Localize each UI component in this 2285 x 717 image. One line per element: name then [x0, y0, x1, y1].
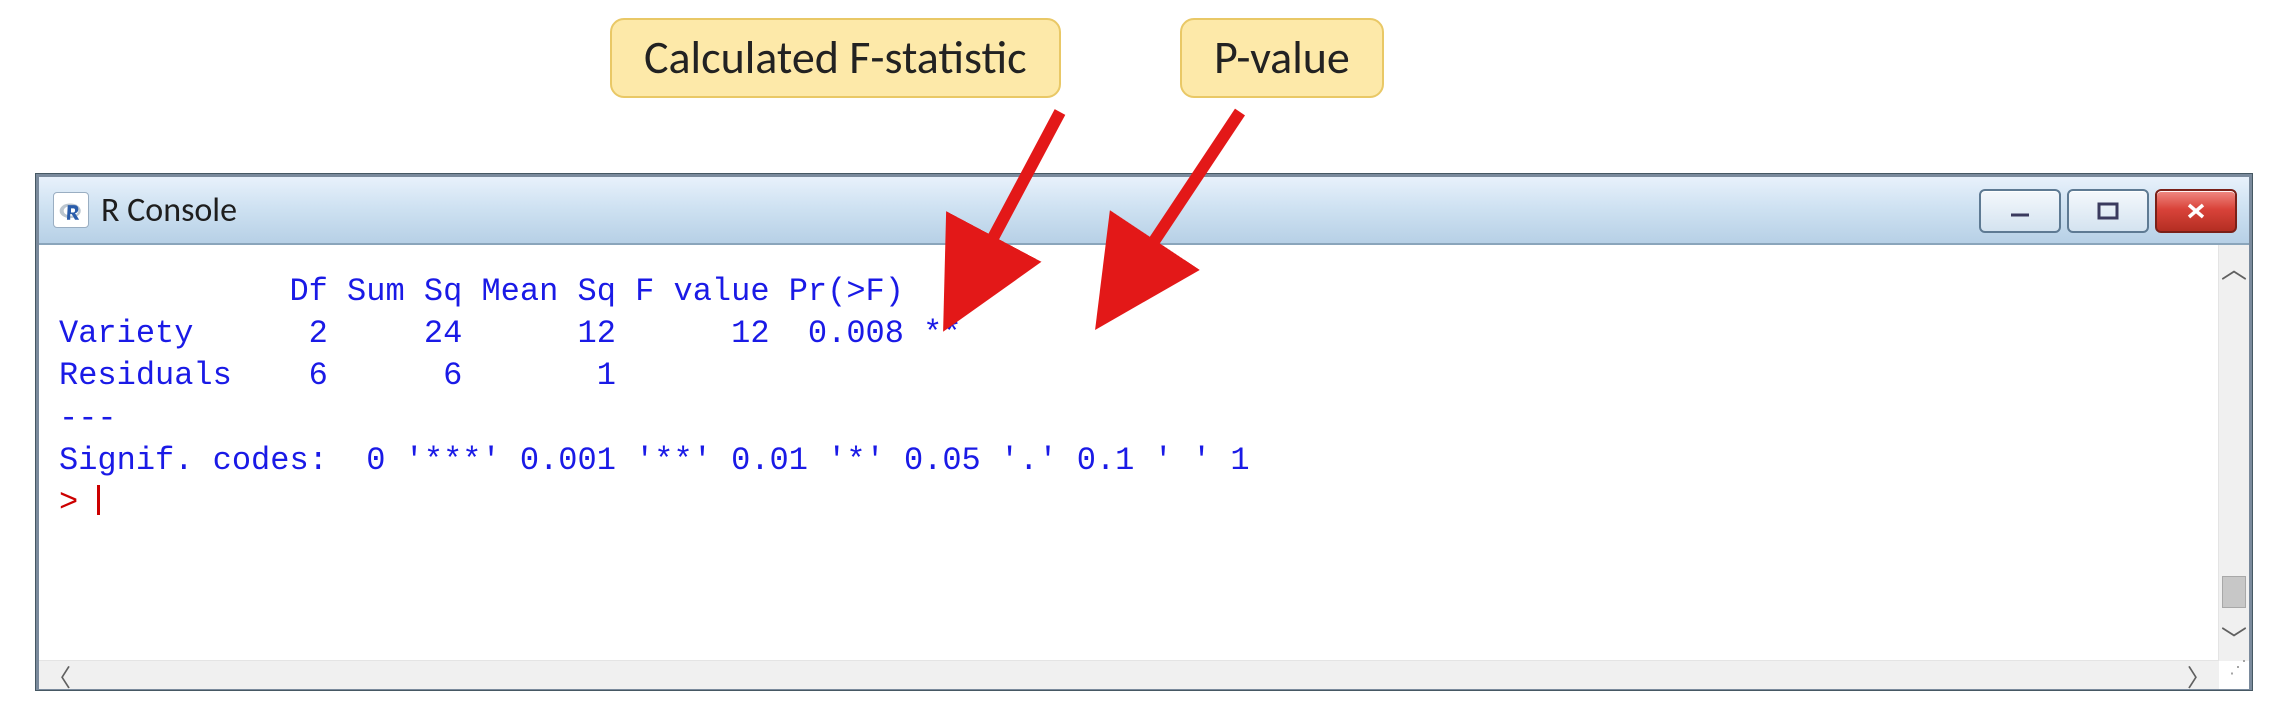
maximize-button[interactable]	[2067, 189, 2149, 233]
signif-codes-line: Signif. codes: 0 '***' 0.001 '**' 0.01 '…	[59, 442, 1250, 479]
prompt-symbol: >	[59, 484, 97, 521]
horizontal-scrollbar[interactable]: 〈 〉	[39, 660, 2219, 689]
close-button[interactable]	[2155, 189, 2237, 233]
title-bar[interactable]: R Console	[39, 177, 2249, 245]
anova-header-row: Df Sum Sq Mean Sq F value Pr(>F)	[59, 273, 942, 310]
resize-grip-icon[interactable]: ⋰	[2223, 663, 2247, 687]
r-logo-icon	[53, 192, 89, 228]
text-cursor	[97, 485, 100, 515]
divider-line: ---	[59, 400, 117, 437]
anova-variety-row: Variety 2 24 12 12 0.008 **	[59, 315, 962, 352]
minimize-button[interactable]	[1979, 189, 2061, 233]
window-title: R Console	[101, 190, 237, 231]
scroll-up-icon[interactable]: ︿	[2221, 245, 2247, 290]
scroll-thumb[interactable]	[2222, 576, 2246, 608]
console-body: Df Sum Sq Mean Sq F value Pr(>F) Variety…	[39, 245, 2249, 689]
r-console-window: R Console Df Sum Sq Mean Sq F value Pr(>…	[36, 174, 2252, 690]
window-controls	[1979, 189, 2237, 233]
scroll-left-icon[interactable]: 〈	[39, 658, 79, 693]
console-output[interactable]: Df Sum Sq Mean Sq F value Pr(>F) Variety…	[39, 245, 2249, 524]
callout-f-statistic: Calculated F-statistic	[610, 18, 1061, 98]
anova-residuals-row: Residuals 6 6 1	[59, 357, 923, 394]
vertical-scrollbar[interactable]: ︿ ﹀	[2218, 245, 2249, 661]
scroll-right-icon[interactable]: 〉	[2179, 658, 2219, 693]
callout-p-value: P-value	[1180, 18, 1384, 98]
scroll-down-icon[interactable]: ﹀	[2221, 616, 2247, 661]
